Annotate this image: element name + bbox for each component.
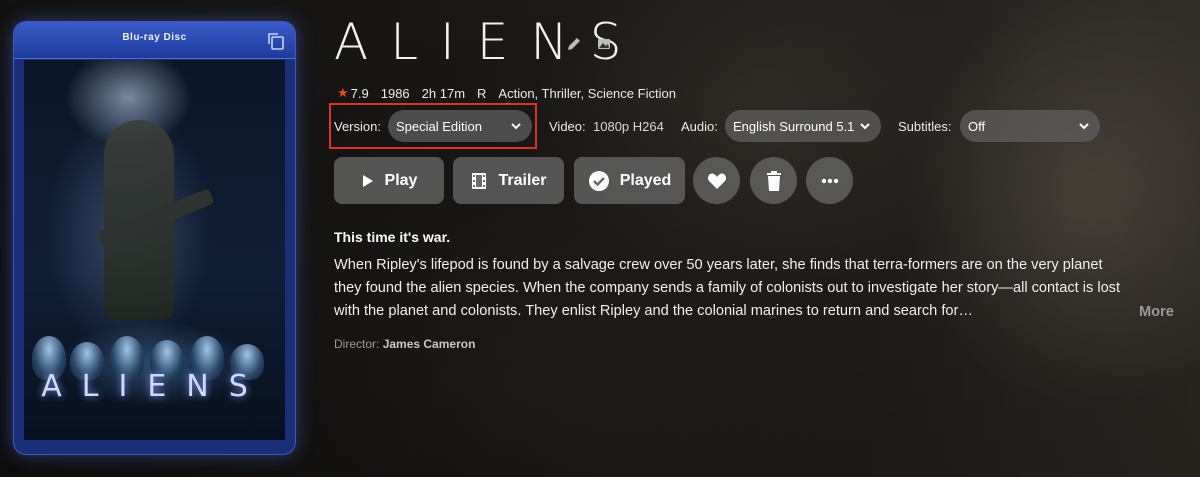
official-rating: R (477, 85, 487, 101)
trailer-button[interactable]: Trailer (453, 157, 564, 204)
poster-title: ALIENS (41, 369, 268, 404)
genres: Action, Thriller, Science Fiction (498, 85, 676, 101)
chevron-down-icon (1079, 123, 1089, 130)
version-value: Special Edition (396, 118, 482, 134)
played-label: Played (619, 171, 672, 189)
image-icon[interactable] (596, 36, 612, 52)
film-icon (472, 172, 487, 189)
director-label: Director: (334, 337, 380, 351)
audio-label: Audio: (681, 119, 718, 134)
subtitles-label: Subtitles: (898, 119, 952, 134)
director-name[interactable]: James Cameron (383, 337, 476, 351)
version-label: Version: (334, 119, 381, 134)
overview-text: When Ripley's lifepod is found by a salv… (334, 257, 1121, 319)
bluray-case-header: Blu-ray Disc (14, 22, 295, 59)
community-rating: 7.9 (350, 85, 369, 101)
release-year: 1986 (380, 85, 410, 101)
play-label: Play (384, 171, 418, 189)
subtitles-select[interactable]: Off (960, 110, 1100, 142)
ellipsis-icon (821, 178, 838, 183)
version-select[interactable]: Special Edition (388, 110, 532, 142)
check-circle-icon (588, 170, 609, 191)
copy-icon[interactable] (266, 31, 286, 51)
heart-icon (707, 173, 726, 189)
media-info-row: ★ 7.9 1986 2h 17m R Action, Thriller, Sc… (337, 85, 688, 101)
chevron-down-icon (860, 123, 870, 130)
trailer-label: Trailer (498, 171, 547, 189)
video-value: 1080p H264 (593, 119, 664, 134)
more-link[interactable]: More (1139, 304, 1174, 320)
play-button[interactable]: Play (334, 157, 444, 204)
runtime: 2h 17m (421, 85, 466, 101)
poster-card[interactable]: Blu-ray Disc ALIENS (14, 22, 295, 454)
bluray-logo: Blu-ray Disc (122, 32, 187, 43)
video-label: Video: (549, 119, 586, 134)
tagline: This time it's war. (334, 229, 451, 245)
pencil-icon[interactable] (566, 36, 582, 52)
play-icon (362, 174, 373, 187)
audio-value: English Surround 5.1 (733, 118, 855, 134)
played-button[interactable]: Played (574, 157, 685, 204)
favorite-button[interactable] (693, 157, 740, 204)
delete-button[interactable] (750, 157, 797, 204)
subtitles-value: Off (968, 118, 986, 134)
trash-icon (766, 170, 781, 191)
poster-artwork: ALIENS (24, 60, 285, 440)
more-options-button[interactable] (806, 157, 853, 204)
track-selection-row: Version: Special Edition Video: 1080p H2… (334, 110, 1134, 142)
chevron-down-icon (511, 123, 521, 130)
audio-select[interactable]: English Surround 5.1 (725, 110, 881, 142)
director-line: Director: James Cameron (334, 337, 475, 351)
star-icon: ★ (337, 85, 349, 100)
